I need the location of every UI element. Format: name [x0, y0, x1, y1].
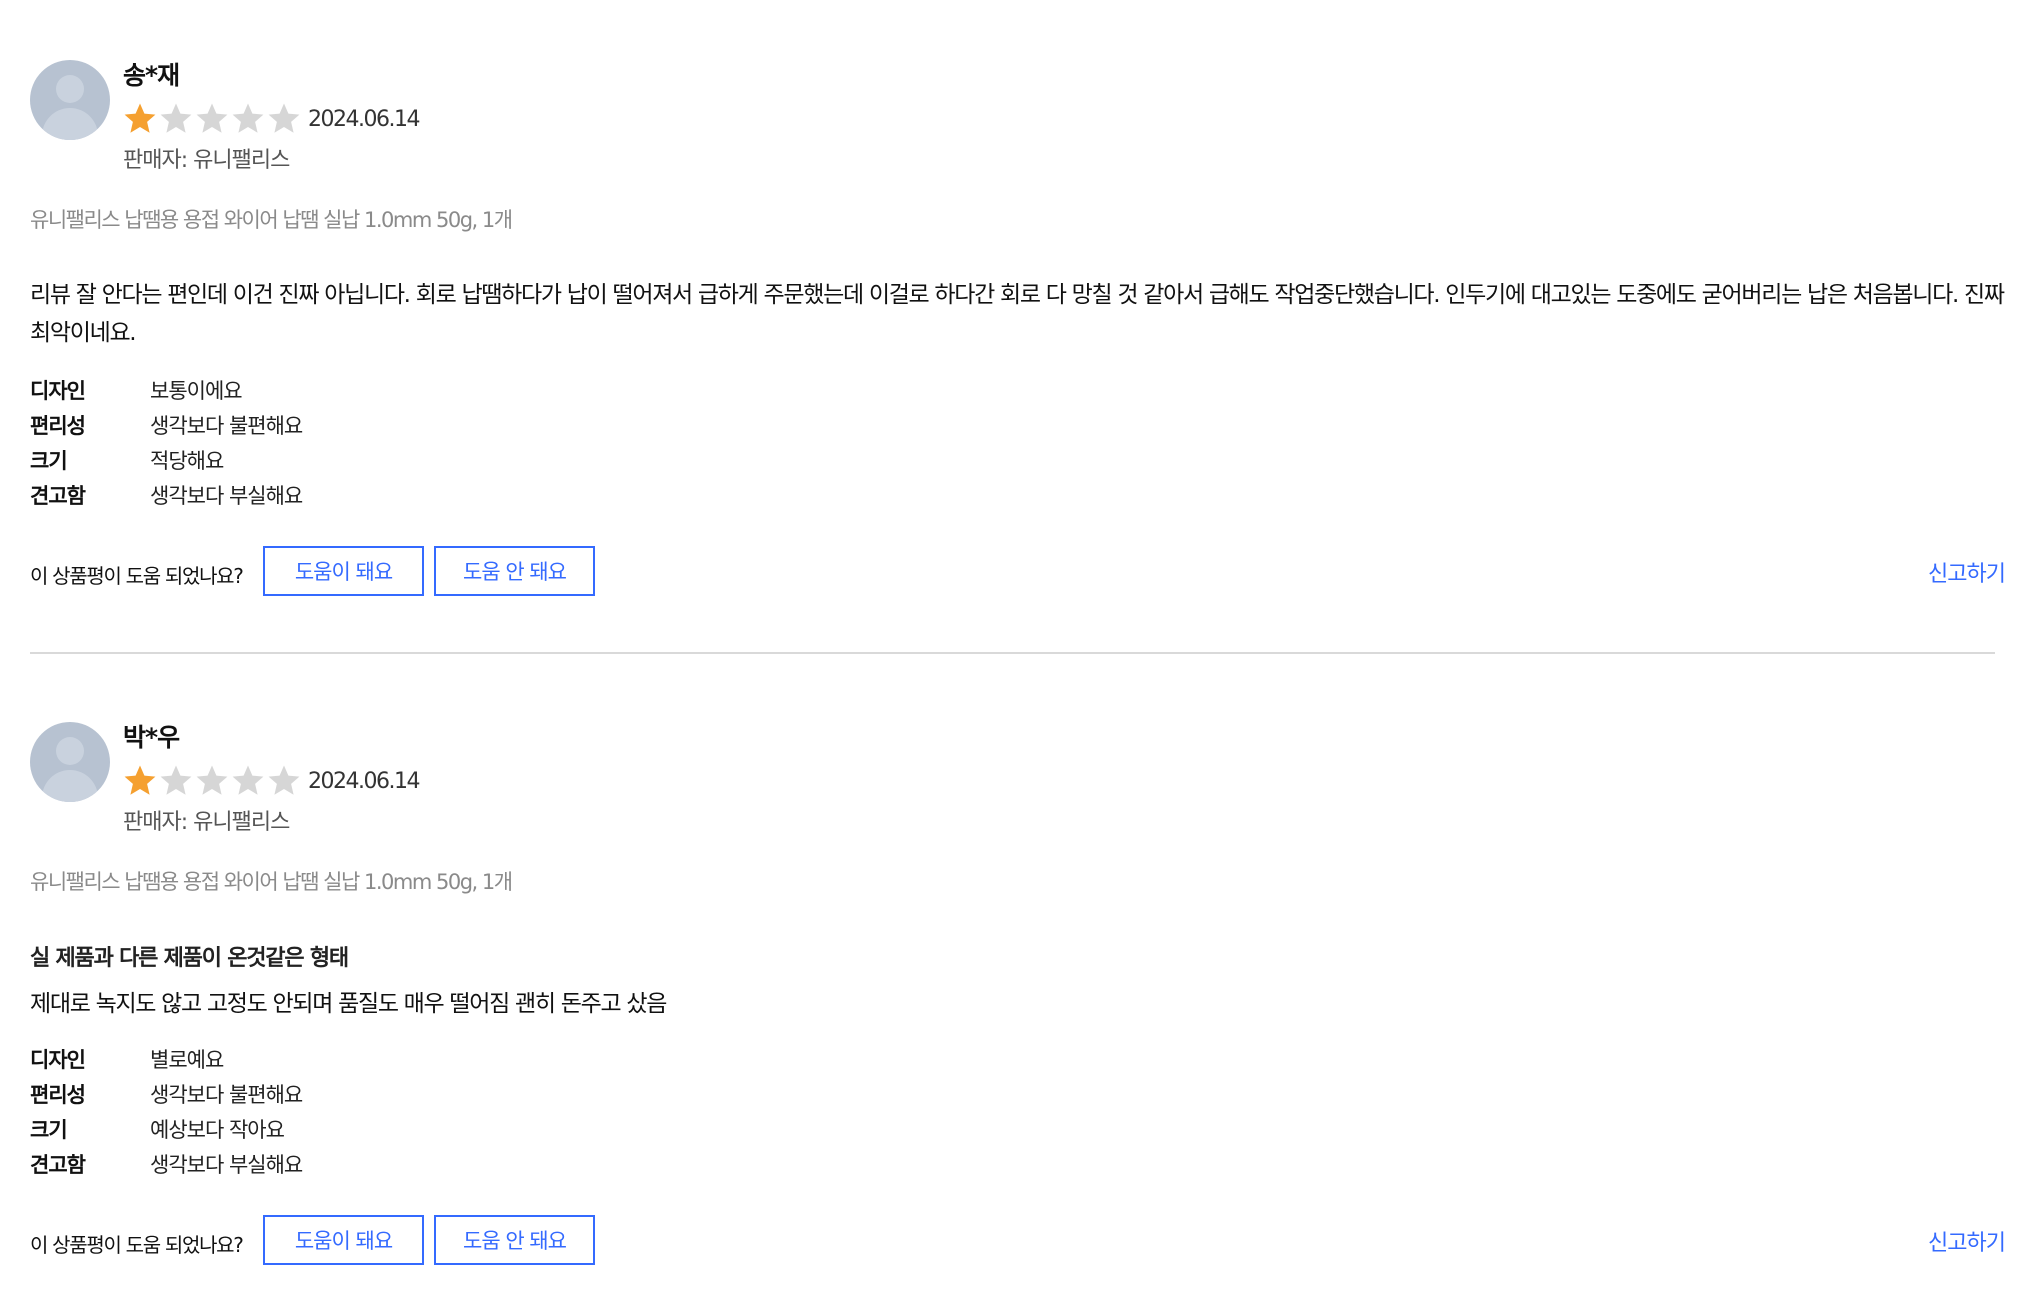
avatar-body [42, 770, 98, 802]
star-empty-icon [160, 765, 192, 795]
attribute-row-durability: 견고함 생각보다 부실해요 [30, 477, 530, 512]
attribute-label: 디자인 [30, 1047, 86, 1072]
reviewer-name: 송*재 [123, 61, 180, 90]
star-empty-icon [232, 765, 264, 795]
review-title: 실 제품과 다른 제품이 온것같은 형태 [30, 946, 349, 971]
rating-row: 2024.06.14 [122, 100, 420, 138]
star-rating [122, 101, 302, 137]
rating-row: 2024.06.14 [122, 762, 420, 800]
attribute-label: 견고함 [30, 483, 86, 508]
attribute-value: 별로예요 [150, 1047, 224, 1072]
attribute-row-design: 디자인 보통이에요 [30, 372, 530, 407]
review-content: 제대로 녹지도 않고 고정도 안되며 품질도 매우 떨어짐 괜히 돈주고 샀음 [30, 991, 667, 1017]
attribute-row-convenience: 편리성 생각보다 불편해요 [30, 1076, 530, 1111]
attribute-label: 견고함 [30, 1152, 86, 1177]
avatar-head [56, 75, 84, 103]
helpful-no-button[interactable]: 도움 안 돼요 [434, 1215, 595, 1265]
attribute-value: 예상보다 작아요 [150, 1117, 285, 1142]
attribute-value: 생각보다 부실해요 [150, 1152, 303, 1177]
attribute-label: 크기 [30, 1117, 68, 1142]
avatar-body [42, 108, 98, 140]
survey-attributes: 디자인 보통이에요 편리성 생각보다 불편해요 크기 적당해요 견고함 생각보다… [30, 372, 530, 512]
avatar [30, 60, 110, 140]
review-date: 2024.06.14 [308, 106, 420, 132]
review-content: 리뷰 잘 안다는 편인데 이건 진짜 아닙니다. 회로 납땜하다가 납이 떨어져… [30, 282, 2005, 346]
attribute-value: 생각보다 불편해요 [150, 1082, 303, 1107]
helpful-yes-button[interactable]: 도움이 돼요 [263, 546, 424, 596]
star-empty-icon [268, 765, 300, 795]
avatar [30, 722, 110, 802]
attribute-label: 편리성 [30, 413, 86, 438]
star-filled-icon [124, 765, 156, 795]
star-filled-icon [124, 103, 156, 133]
review-divider [30, 652, 1995, 654]
star-empty-icon [196, 765, 228, 795]
attribute-row-durability: 견고함 생각보다 부실해요 [30, 1146, 530, 1181]
helpful-section: 이 상품평이 도움 되었나요? 도움이 돼요 도움 안 돼요 신고하기 [30, 546, 2006, 600]
helpful-question: 이 상품평이 도움 되었나요? [30, 564, 244, 588]
attribute-value: 보통이에요 [150, 378, 243, 403]
report-link[interactable]: 신고하기 [1928, 556, 2006, 588]
star-empty-icon [160, 103, 192, 133]
helpful-yes-button[interactable]: 도움이 돼요 [263, 1215, 424, 1265]
report-link[interactable]: 신고하기 [1928, 1225, 2006, 1257]
review-date: 2024.06.14 [308, 768, 420, 794]
attribute-row-size: 크기 적당해요 [30, 442, 530, 477]
seller-label: 판매자: 유니팰리스 [123, 148, 290, 173]
attribute-label: 크기 [30, 448, 68, 473]
seller-label: 판매자: 유니팰리스 [123, 810, 290, 835]
attribute-label: 편리성 [30, 1082, 86, 1107]
attribute-row-convenience: 편리성 생각보다 불편해요 [30, 407, 530, 442]
star-empty-icon [232, 103, 264, 133]
helpful-section: 이 상품평이 도움 되었나요? 도움이 돼요 도움 안 돼요 신고하기 [30, 1215, 2006, 1269]
attribute-row-size: 크기 예상보다 작아요 [30, 1111, 530, 1146]
product-option: 유니팰리스 납땜용 용접 와이어 납땜 실납 1.0mm 50g, 1개 [30, 208, 513, 232]
attribute-row-design: 디자인 별로예요 [30, 1041, 530, 1076]
star-empty-icon [196, 103, 228, 133]
reviewer-name: 박*우 [123, 723, 180, 752]
survey-attributes: 디자인 별로예요 편리성 생각보다 불편해요 크기 예상보다 작아요 견고함 생… [30, 1041, 530, 1181]
attribute-label: 디자인 [30, 378, 86, 403]
avatar-head [56, 737, 84, 765]
star-empty-icon [268, 103, 300, 133]
star-rating [122, 763, 302, 799]
helpful-question: 이 상품평이 도움 되었나요? [30, 1233, 244, 1257]
product-option: 유니팰리스 납땜용 용접 와이어 납땜 실납 1.0mm 50g, 1개 [30, 870, 513, 894]
attribute-value: 생각보다 불편해요 [150, 413, 303, 438]
attribute-value: 적당해요 [150, 448, 224, 473]
attribute-value: 생각보다 부실해요 [150, 483, 303, 508]
helpful-no-button[interactable]: 도움 안 돼요 [434, 546, 595, 596]
